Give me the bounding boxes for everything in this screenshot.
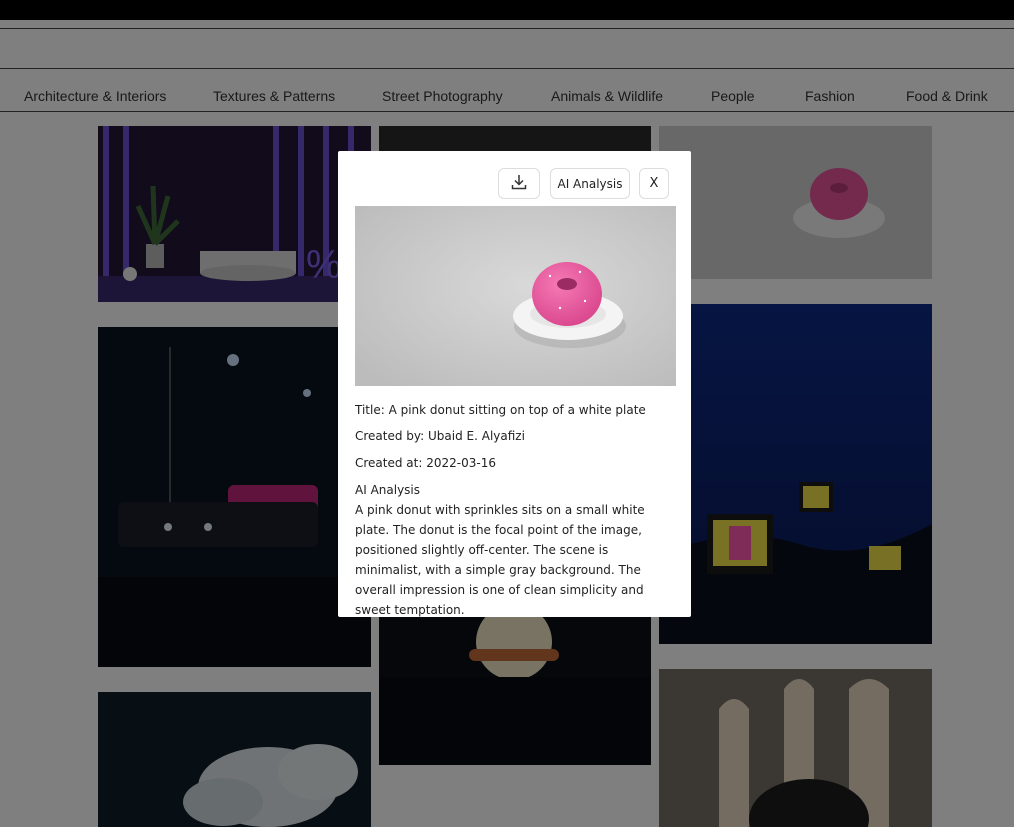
ai-analysis-button[interactable]: AI Analysis <box>550 168 630 199</box>
close-button[interactable]: X <box>639 168 669 199</box>
download-icon <box>510 173 528 194</box>
pink-donut-image <box>355 206 676 386</box>
image-creator: Created by: Ubaid E. Alyafizi <box>355 429 525 443</box>
modal-image <box>355 206 676 386</box>
ai-analysis-heading: AI Analysis <box>355 483 421 497</box>
image-created-date: Created at: 2022-03-16 <box>355 456 496 470</box>
image-detail-modal: AI Analysis X Title: A pink donut sittin… <box>338 151 691 617</box>
ai-analysis-text: A pink donut with sprinkles sits on a sm… <box>355 503 645 617</box>
download-button[interactable] <box>498 168 540 199</box>
image-title: Title: A pink donut sitting on top of a … <box>355 403 646 417</box>
